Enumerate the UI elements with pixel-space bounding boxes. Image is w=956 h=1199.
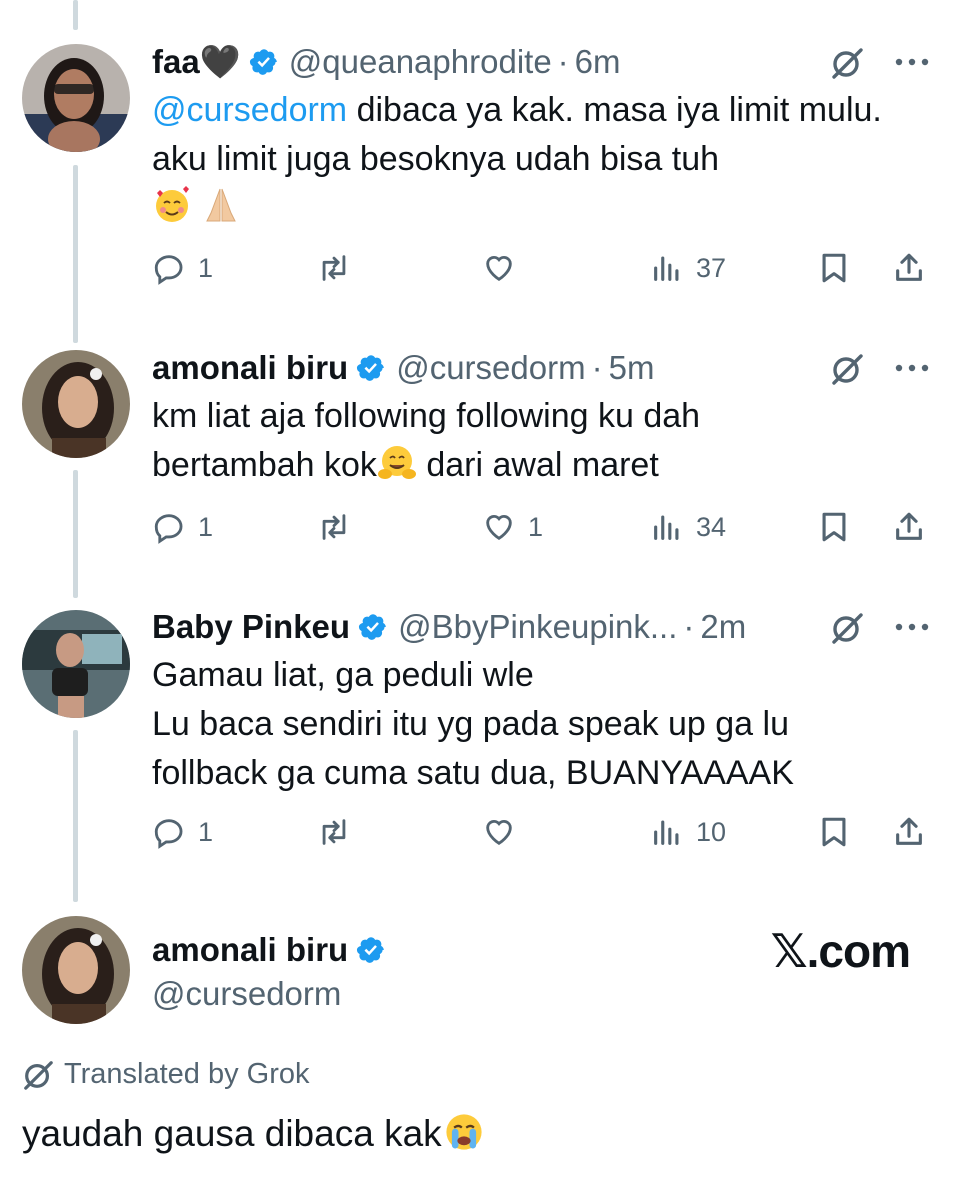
avatar[interactable] — [22, 350, 130, 458]
thread-line — [73, 730, 78, 902]
tweet-text: @cursedorm dibaca ya kak. masa iya limit… — [152, 86, 896, 233]
reply-count: 1 — [198, 511, 214, 542]
thread-line — [73, 470, 78, 598]
x-brand-logo: 𝕏.com — [770, 925, 911, 977]
views-icon — [654, 515, 679, 540]
view-count: 10 — [696, 816, 727, 847]
main-tweet-handle: @cursedorm — [152, 974, 341, 1014]
grok-icon — [24, 1060, 53, 1090]
grok-icon[interactable] — [830, 46, 864, 80]
reply-icon — [154, 255, 183, 285]
more-icon[interactable] — [894, 363, 930, 373]
reply-button[interactable]: 1 — [152, 248, 213, 288]
separator-dot: · — [557, 43, 569, 80]
reply-button[interactable]: 1 — [152, 812, 213, 852]
thread-line — [73, 0, 78, 30]
separator-dot: · — [591, 349, 603, 386]
repost-icon — [322, 514, 346, 540]
reply-icon — [154, 819, 183, 849]
views-button[interactable]: 10 — [650, 812, 726, 852]
reply-count: 1 — [198, 252, 214, 283]
tweet-text: Gamau liat, ga peduli wle Lu baca sendir… — [152, 656, 794, 792]
views-button[interactable]: 37 — [650, 248, 726, 288]
reply-count: 1 — [198, 816, 214, 847]
display-name[interactable]: amonali biru — [152, 930, 348, 970]
timestamp[interactable]: 5m — [609, 348, 655, 388]
like-button[interactable] — [482, 812, 516, 852]
repost-button[interactable] — [317, 248, 351, 288]
views-icon — [654, 820, 679, 845]
verified-badge-icon — [359, 614, 386, 640]
verified-badge-icon — [249, 49, 277, 75]
bookmark-icon — [822, 817, 846, 847]
bookmark-icon — [822, 512, 846, 542]
display-name[interactable]: faa🖤 — [152, 42, 241, 82]
avatar[interactable] — [22, 916, 130, 1024]
repost-icon — [322, 255, 346, 281]
user-handle[interactable]: @BbyPinkeupink... — [398, 607, 677, 647]
like-icon — [486, 256, 512, 282]
bookmark-icon — [822, 253, 846, 283]
reply-icon — [154, 514, 183, 544]
share-icon — [896, 512, 922, 540]
folded-hands-emoji — [206, 188, 237, 222]
user-handle[interactable]: @cursedorm — [396, 348, 585, 388]
bookmark-button[interactable] — [817, 507, 851, 547]
tweet-text: km liat aja following following ku dah b… — [152, 397, 701, 484]
share-button[interactable] — [892, 507, 926, 547]
timestamp[interactable]: 2m — [700, 607, 746, 647]
share-button[interactable] — [892, 812, 926, 852]
tweet-header: amonali biru @cursedorm · 5m — [152, 348, 654, 388]
main-tweet-text: yaudah gausa dibaca kak — [22, 1110, 486, 1155]
mention-link[interactable]: @cursedorm — [152, 91, 347, 129]
smiling-face-with-hearts-emoji — [156, 186, 189, 222]
display-name[interactable]: amonali biru — [152, 348, 348, 388]
main-tweet-header: amonali biru — [152, 930, 396, 970]
user-handle[interactable]: @queanaphrodite — [289, 42, 552, 82]
like-icon — [486, 515, 512, 541]
like-icon — [486, 820, 512, 846]
reply-button[interactable]: 1 — [152, 507, 213, 547]
separator-dot: · — [683, 608, 695, 645]
verified-badge-icon — [357, 937, 385, 963]
tweet-actions: 1 1 34 — [152, 507, 932, 547]
views-icon — [654, 256, 679, 281]
bookmark-button[interactable] — [817, 812, 851, 852]
avatar[interactable] — [22, 610, 130, 718]
repost-button[interactable] — [317, 812, 351, 852]
thread-line — [73, 165, 78, 343]
repost-button[interactable] — [317, 507, 351, 547]
share-button[interactable] — [892, 248, 926, 288]
tweet-header: Baby Pinkeu @BbyPinkeupink... · 2m — [152, 607, 746, 647]
views-button[interactable]: 34 — [650, 507, 726, 547]
tweet-actions: 1 10 — [152, 812, 932, 852]
avatar[interactable] — [22, 44, 130, 152]
like-button[interactable]: 1 — [482, 507, 543, 547]
bookmark-button[interactable] — [817, 248, 851, 288]
timestamp[interactable]: 6m — [575, 42, 621, 82]
grok-icon[interactable] — [830, 611, 864, 645]
user-handle[interactable]: @cursedorm — [152, 974, 341, 1014]
loudly-crying-face-emoji — [446, 1114, 482, 1150]
like-count: 1 — [528, 511, 544, 542]
share-icon — [896, 253, 922, 281]
tweet-header: faa🖤 @queanaphrodite · 6m — [152, 42, 621, 82]
more-icon[interactable] — [894, 622, 930, 632]
view-count: 37 — [696, 252, 727, 283]
more-icon[interactable] — [894, 57, 930, 67]
like-button[interactable] — [482, 248, 516, 288]
translated-label: Translated by Grok — [64, 1058, 310, 1090]
repost-icon — [322, 819, 346, 845]
translated-by-grok[interactable]: Translated by Grok — [22, 1058, 310, 1091]
display-name[interactable]: Baby Pinkeu — [152, 607, 350, 647]
hugging-face-emoji — [377, 446, 416, 479]
view-count: 34 — [696, 511, 727, 542]
verified-badge-icon — [357, 355, 385, 381]
grok-icon[interactable] — [830, 352, 864, 386]
share-icon — [896, 817, 922, 845]
tweet-actions: 1 37 — [152, 248, 932, 288]
